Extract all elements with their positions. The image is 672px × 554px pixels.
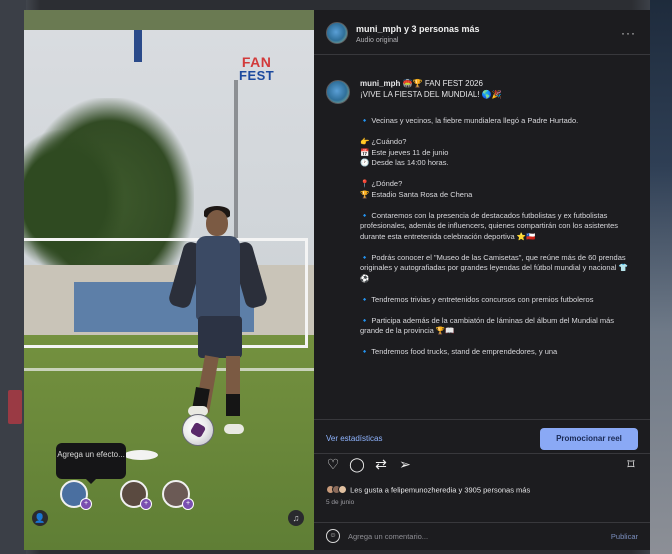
author-avatar[interactable]: [326, 22, 348, 44]
divider: [314, 453, 650, 454]
view-insights-link[interactable]: Ver estadísticas: [326, 434, 382, 443]
caption-body: 🔹 Vecinas y vecinos, la fiebre mundialer…: [360, 116, 632, 368]
caption-username[interactable]: muni_mph: [360, 79, 400, 88]
comment-icon[interactable]: ◯: [348, 455, 366, 473]
player-sock: [226, 394, 240, 416]
caption-subtitle: ¡VIVE LA FIESTA DEL MUNDIAL! 🌎🎉: [360, 90, 502, 99]
liker-avatars: [326, 485, 347, 496]
audio-icon[interactable]: ♫: [288, 510, 304, 526]
caption-title: 🏟️🏆 FAN FEST 2026: [402, 79, 483, 88]
emoji-icon[interactable]: ☺: [326, 529, 340, 543]
bookmark-icon[interactable]: ⌑: [622, 455, 640, 473]
field-line: [24, 368, 314, 371]
caption-paragraph: 👉 ¿Cuándo? 📅 Este jueves 11 de junio 🕐 D…: [360, 137, 449, 167]
tag-badge: +: [80, 498, 92, 510]
more-options-icon[interactable]: ···: [621, 26, 636, 40]
caption-header: muni_mph 🏟️🏆 FAN FEST 2026 ¡VIVE LA FIES…: [360, 78, 630, 100]
caption-paragraph: 🔹 Vecinas y vecinos, la fiebre mundialer…: [360, 116, 579, 125]
user-tags-icon[interactable]: 👤: [32, 510, 48, 526]
field-disc: [124, 450, 158, 460]
player-torso: [196, 236, 240, 320]
caption-paragraph: 🔹 Participa además de la cambiatón de lá…: [360, 315, 615, 336]
fan-fest-banner: FAN FEST: [239, 55, 275, 83]
banner-bottom-text: FEST: [239, 68, 275, 83]
likes-summary[interactable]: Les gusta a felipemunozheredia y 3905 pe…: [326, 485, 530, 496]
tag-badge: +: [140, 498, 152, 510]
player-shoe: [224, 424, 244, 434]
backdrop-right-strip: [650, 0, 672, 554]
promote-reel-button[interactable]: Promocionar reel: [540, 428, 638, 450]
tag-badge: +: [182, 498, 194, 510]
repost-icon[interactable]: ⇄: [372, 455, 390, 473]
publish-button[interactable]: Publicar: [611, 532, 638, 541]
caption-author-avatar[interactable]: [326, 80, 350, 104]
liker-avatar: [338, 485, 347, 494]
caption-paragraph: 🔹 Tendremos food trucks, stand de empren…: [360, 347, 558, 356]
post-details-panel: muni_mph y 3 personas más Audio original…: [314, 10, 650, 550]
reel-video[interactable]: FAN FEST Agrega un efecto... + + + 👤 ♫: [24, 10, 314, 550]
caption-paragraph: 🔹 Contaremos con la presencia de destaca…: [360, 210, 619, 241]
video-flag: [134, 30, 142, 62]
comment-composer: ☺ Publicar: [314, 522, 650, 550]
player-head: [206, 210, 228, 236]
heart-icon[interactable]: ♡: [324, 455, 342, 473]
comment-input[interactable]: [348, 528, 578, 544]
likes-text: Les gusta a felipemunozheredia y 3905 pe…: [350, 485, 531, 495]
post-date: 5 de junio: [326, 499, 355, 506]
post-modal: FAN FEST Agrega un efecto... + + + 👤 ♫ m…: [24, 10, 650, 550]
caption-area: muni_mph 🏟️🏆 FAN FEST 2026 ¡VIVE LA FIES…: [314, 54, 650, 419]
insights-row: Ver estadísticas Promocionar reel: [314, 419, 650, 453]
effect-tooltip: Agrega un efecto...: [56, 443, 126, 484]
post-header: muni_mph y 3 personas más Audio original…: [314, 10, 650, 54]
caption-paragraph: 🔹 Podrás conocer el "Museo de las Camise…: [360, 252, 628, 283]
collab-usernames[interactable]: muni_mph y 3 personas más: [356, 24, 480, 34]
player-shorts: [198, 316, 242, 358]
backdrop-glyph: [8, 390, 22, 424]
audio-label[interactable]: Audio original: [356, 37, 398, 44]
post-actions: ♡ ◯ ⇄ ➢ ⌑: [314, 455, 650, 477]
caption-paragraph: 📍 ¿Dónde? 🏆 Estadio Santa Rosa de Chena: [360, 179, 473, 199]
share-icon[interactable]: ➢: [396, 455, 414, 473]
caption-paragraph: 🔹 Tendremos trivias y entretenidos concu…: [360, 294, 594, 304]
backdrop-left-strip: [0, 0, 26, 554]
